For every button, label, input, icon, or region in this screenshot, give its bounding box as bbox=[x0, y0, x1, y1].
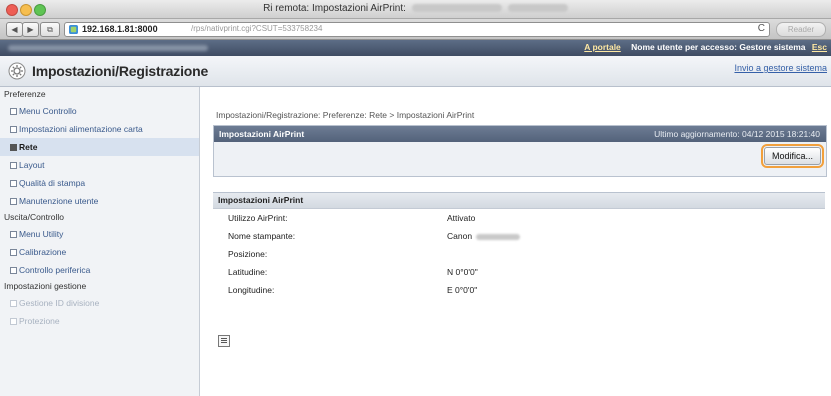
setting-value: E 0°0'0" bbox=[447, 285, 478, 295]
logged-user-text: Nome utente per accesso: Gestore sistema bbox=[631, 42, 806, 52]
edit-button[interactable]: Modifica... bbox=[763, 147, 821, 165]
sidebar: Preferenze Menu Controllo Impostazioni a… bbox=[0, 87, 200, 396]
window-titlebar: Ri remota: Impostazioni AirPrint: bbox=[0, 0, 831, 19]
bullet-icon bbox=[10, 300, 17, 307]
last-update-text: Ultimo aggiornamento: 04/12 2015 18:21:4… bbox=[654, 129, 820, 139]
reload-icon[interactable]: C bbox=[758, 23, 765, 34]
setting-value: N 0°0'0" bbox=[447, 267, 478, 277]
sidebar-item-manutenzione-utente[interactable]: Manutenzione utente bbox=[0, 192, 199, 210]
bullet-icon bbox=[10, 162, 17, 169]
sidebar-group-uscita-controllo: Uscita/Controllo bbox=[4, 212, 64, 222]
sidebar-item-protezione[interactable]: Protezione bbox=[0, 312, 199, 330]
airprint-summary-panel: Impostazioni AirPrint Ultimo aggiornamen… bbox=[213, 125, 827, 177]
bullet-icon bbox=[10, 267, 17, 274]
settings-logo-icon bbox=[8, 62, 26, 80]
sidebar-group-preferenze: Preferenze bbox=[4, 89, 46, 99]
sidebar-item-qualita-stampa[interactable]: Qualità di stampa bbox=[0, 174, 199, 192]
setting-row-printer-name: Nome stampante: Canon bbox=[213, 227, 825, 245]
setting-row-latitude: Latitudine: N 0°0'0" bbox=[213, 263, 825, 281]
setting-label: Longitudine: bbox=[228, 285, 275, 295]
app-header: Impostazioni/Registrazione Invio a gesto… bbox=[0, 56, 831, 87]
bullet-icon bbox=[10, 180, 17, 187]
setting-row-location: Posizione: bbox=[213, 245, 825, 263]
bullet-icon bbox=[10, 249, 17, 256]
settings-section-title: Impostazioni AirPrint bbox=[213, 193, 825, 209]
bullet-icon bbox=[10, 231, 17, 238]
setting-label: Nome stampante: bbox=[228, 231, 296, 241]
back-button[interactable]: ◀ bbox=[6, 22, 23, 37]
sidebar-item-layout[interactable]: Layout bbox=[0, 156, 199, 174]
airprint-settings-panel: Impostazioni AirPrint Utilizzo AirPrint:… bbox=[213, 192, 825, 309]
breadcrumb: Impostazioni/Registrazione: Preferenze: … bbox=[216, 110, 475, 120]
logout-link[interactable]: Esc bbox=[812, 42, 827, 52]
reader-button[interactable]: Reader bbox=[776, 22, 826, 37]
browser-toolbar: ◀ ▶ ⧉ 192.168.1.81:8000 /rps/nativprint.… bbox=[0, 19, 831, 40]
sidebar-item-controllo-periferica[interactable]: Controllo periferica bbox=[0, 261, 199, 279]
setting-row-airprint-usage: Utilizzo AirPrint: Attivato bbox=[213, 209, 825, 227]
panel-title: Impostazioni AirPrint bbox=[219, 129, 305, 139]
setting-value: Attivato bbox=[447, 213, 476, 223]
forward-button[interactable]: ▶ bbox=[22, 22, 39, 37]
app-top-strip: A portale Nome utente per accesso: Gesto… bbox=[0, 40, 831, 56]
portal-link[interactable]: A portale bbox=[584, 42, 621, 52]
sidebar-group-impostazioni-gestione: Impostazioni gestione bbox=[4, 281, 87, 291]
bullet-icon bbox=[10, 108, 17, 115]
sidebar-item-gestione-id-divisione[interactable]: Gestione ID divisione bbox=[0, 294, 199, 312]
edit-button-highlight: Modifica... bbox=[760, 144, 824, 168]
send-to-admin-link[interactable]: Invio a gestore sistema bbox=[734, 63, 827, 73]
site-icon bbox=[69, 25, 78, 34]
bullet-icon bbox=[10, 318, 17, 325]
window-title: Ri remota: Impostazioni AirPrint: bbox=[0, 3, 831, 14]
sidebar-item-calibrazione[interactable]: Calibrazione bbox=[0, 243, 199, 261]
url-path: /rps/nativprint.cgi?CSUT=533758234 bbox=[191, 24, 323, 33]
show-tabs-button[interactable]: ⧉ bbox=[40, 22, 60, 37]
setting-label: Latitudine: bbox=[228, 267, 268, 277]
setting-row-longitude: Longitudine: E 0°0'0" bbox=[213, 281, 825, 299]
sidebar-item-alimentazione-carta[interactable]: Impostazioni alimentazione carta bbox=[0, 120, 199, 138]
setting-label: Posizione: bbox=[228, 249, 268, 259]
sidebar-item-rete[interactable]: Rete bbox=[0, 138, 199, 156]
setting-label: Utilizzo AirPrint: bbox=[228, 213, 288, 223]
sidebar-item-menu-utility[interactable]: Menu Utility bbox=[0, 225, 199, 243]
setting-value: Canon bbox=[447, 231, 473, 241]
main-content: Impostazioni/Registrazione: Preferenze: … bbox=[210, 87, 827, 396]
page-title: Impostazioni/Registrazione bbox=[32, 63, 209, 79]
sidebar-item-menu-controllo[interactable]: Menu Controllo bbox=[0, 102, 199, 120]
bullet-icon bbox=[10, 198, 17, 205]
url-host: 192.168.1.81:8000 bbox=[82, 24, 158, 34]
address-bar[interactable]: 192.168.1.81:8000 /rps/nativprint.cgi?CS… bbox=[64, 22, 770, 37]
bullet-icon bbox=[10, 144, 17, 151]
bullet-icon bbox=[10, 126, 17, 133]
print-page-icon[interactable] bbox=[218, 335, 230, 347]
